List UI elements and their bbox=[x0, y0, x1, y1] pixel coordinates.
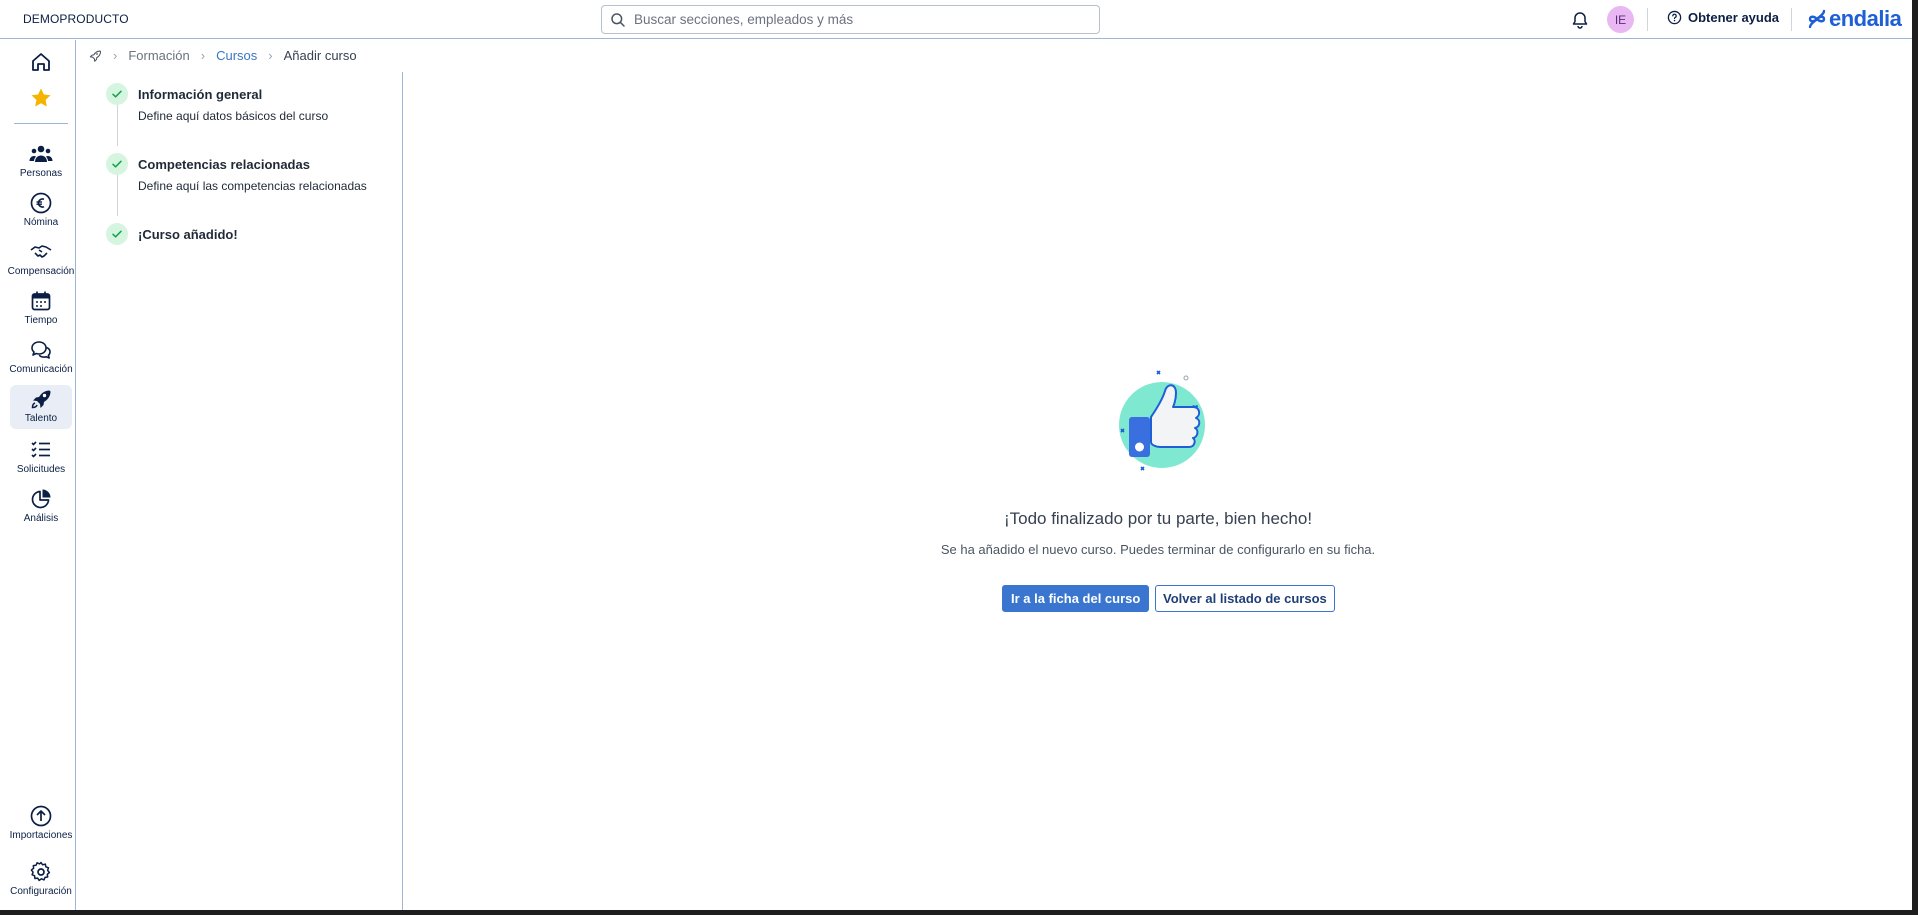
help-label: Obtener ayuda bbox=[1688, 10, 1780, 25]
sidebar-item-talento[interactable]: Talento bbox=[10, 385, 72, 429]
check-icon bbox=[112, 230, 122, 238]
sidebar-divider bbox=[14, 123, 68, 124]
checklist-icon bbox=[31, 441, 50, 458]
sidebar-item-favorites[interactable] bbox=[6, 86, 76, 110]
notifications-bell-icon[interactable] bbox=[1570, 10, 1590, 30]
go-to-course-button[interactable]: Ir a la ficha del curso bbox=[1002, 585, 1150, 612]
breadcrumb-current: Añadir curso bbox=[283, 48, 357, 63]
divider bbox=[1647, 8, 1648, 31]
rocket-icon bbox=[31, 390, 51, 409]
gear-icon bbox=[30, 861, 51, 882]
step-description: Define aquí datos básicos del curso bbox=[138, 109, 329, 123]
search-input[interactable] bbox=[634, 12, 1074, 27]
sidebar-item-personas[interactable]: Personas bbox=[6, 142, 76, 179]
euro-icon bbox=[30, 192, 52, 214]
home-icon bbox=[32, 53, 50, 71]
company-name[interactable]: DEMOPRODUCTO bbox=[23, 12, 129, 26]
step-complete-badge bbox=[106, 153, 128, 175]
chevron-right-icon: › bbox=[113, 48, 118, 63]
sidebar-item-label: Análisis bbox=[23, 513, 59, 524]
top-bar: DEMOPRODUCTO IE Obtener ayuda endalia bbox=[0, 0, 1912, 39]
step-title: ¡Curso añadido! bbox=[138, 227, 238, 242]
step-title: Información general bbox=[138, 87, 263, 102]
sidebar-item-analisis[interactable]: Análisis bbox=[6, 487, 76, 524]
sidebar-item-home[interactable] bbox=[6, 50, 76, 74]
sidebar-item-label: Configuración bbox=[10, 886, 72, 897]
success-title: ¡Todo finalizado por tu parte, bien hech… bbox=[1003, 509, 1313, 528]
back-to-courses-button[interactable]: Volver al listado de cursos bbox=[1155, 585, 1335, 612]
star-icon bbox=[31, 88, 51, 107]
breadcrumb-cursos[interactable]: Cursos bbox=[216, 48, 257, 63]
step-complete-badge bbox=[106, 83, 128, 105]
sidebar-item-compensacion[interactable]: Compensación bbox=[6, 240, 76, 277]
success-description: Se ha añadido el nuevo curso. Puedes ter… bbox=[940, 542, 1376, 557]
step-description: Define aquí las competencias relacionada… bbox=[138, 179, 367, 193]
sidebar-item-label: Importaciones bbox=[9, 830, 73, 841]
chevron-right-icon: › bbox=[268, 48, 273, 63]
check-icon bbox=[112, 90, 122, 98]
search-box[interactable] bbox=[601, 5, 1100, 34]
thumbs-up-illustration bbox=[1119, 370, 1205, 471]
sidebar-item-label: Nómina bbox=[23, 217, 59, 228]
sidebar-item-label: Comunicación bbox=[9, 364, 73, 375]
calendar-icon bbox=[31, 291, 51, 311]
sidebar: Personas Nómina Compensación Tiempo Comu… bbox=[6, 40, 76, 910]
handshake-icon bbox=[30, 245, 52, 258]
people-icon bbox=[29, 145, 53, 162]
chat-icon bbox=[31, 341, 51, 359]
logo-text: endalia bbox=[1829, 6, 1902, 31]
pie-chart-icon bbox=[31, 489, 51, 509]
upload-icon bbox=[30, 805, 52, 827]
sidebar-item-label: Tiempo bbox=[24, 315, 58, 326]
sidebar-item-configuracion[interactable]: Configuración bbox=[6, 860, 76, 897]
wizard-steps: Información general Define aquí datos bá… bbox=[76, 72, 403, 910]
chevron-right-icon: › bbox=[200, 48, 206, 63]
help-button[interactable]: Obtener ayuda bbox=[1667, 10, 1779, 25]
breadcrumb: › Formación › Cursos › Añadir curso bbox=[88, 48, 357, 63]
rocket-icon[interactable] bbox=[88, 49, 102, 63]
sidebar-item-solicitudes[interactable]: Solicitudes bbox=[6, 438, 76, 475]
search-icon bbox=[611, 12, 625, 27]
divider bbox=[1791, 8, 1792, 31]
check-icon bbox=[112, 160, 122, 168]
user-avatar[interactable]: IE bbox=[1607, 6, 1634, 33]
sidebar-item-label: Compensación bbox=[7, 266, 75, 277]
sidebar-item-nomina[interactable]: Nómina bbox=[6, 191, 76, 228]
sidebar-item-importaciones[interactable]: Importaciones bbox=[6, 804, 76, 841]
help-circle-icon bbox=[1667, 10, 1682, 25]
app-window: DEMOPRODUCTO IE Obtener ayuda endalia bbox=[0, 0, 1912, 910]
step-title: Competencias relacionadas bbox=[138, 157, 310, 172]
endalia-logo[interactable]: endalia bbox=[1807, 6, 1902, 32]
sidebar-item-comunicacion[interactable]: Comunicación bbox=[6, 338, 76, 375]
main-content: ¡Todo finalizado por tu parte, bien hech… bbox=[404, 72, 1912, 910]
breadcrumb-formacion[interactable]: Formación bbox=[128, 48, 189, 63]
sidebar-item-label: Solicitudes bbox=[16, 464, 66, 475]
endalia-logo-icon bbox=[1808, 9, 1826, 29]
sidebar-item-tiempo[interactable]: Tiempo bbox=[6, 289, 76, 326]
step-complete-badge bbox=[106, 223, 128, 245]
sidebar-item-label: Personas bbox=[19, 168, 63, 179]
sidebar-item-label: Talento bbox=[24, 413, 58, 424]
